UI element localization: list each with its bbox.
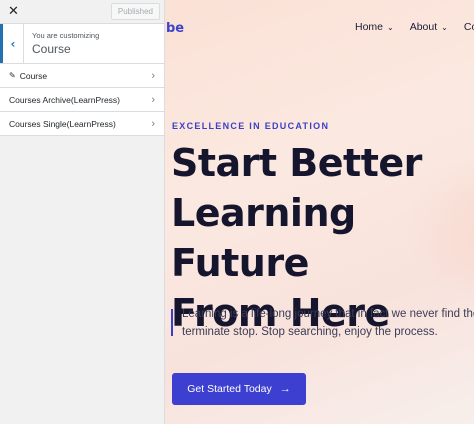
hero-eyebrow: EXCELLENCE IN EDUCATION [172,121,330,131]
menu-item-courses-archive[interactable]: Courses Archive(LearnPress) › [0,88,164,112]
description-line: terminate stop. Stop searching, enjoy th… [182,326,438,338]
description-accent-bar [171,309,173,336]
nav-item-label: Cours [463,21,474,33]
nav-item-about[interactable]: About ⌄ [410,21,448,33]
site-preview: be Home ⌄ About ⌄ Cours EXCELLENCE IN ED… [165,0,474,424]
customizing-info: You are customizing Course [24,24,99,63]
chevron-down-icon: ⌄ [387,22,394,32]
customizing-title: Course [32,42,71,56]
arrow-right-icon: → [279,383,291,395]
hero-description: Learning is a life-long journey that in … [182,305,474,341]
headline-line: Learning Future [171,191,356,285]
customizing-caption: You are customizing [32,31,100,40]
customizing-panel-header: ‹ You are customizing Course [0,24,164,64]
headline-line: Start Better [171,141,422,185]
nav-item-home[interactable]: Home ⌄ [355,21,394,33]
chevron-right-icon: › [151,69,155,82]
menu-item-left: ✎ Course [9,71,47,81]
menu-item-label: Course [19,70,48,81]
menu-item-course[interactable]: ✎ Course › [0,64,164,88]
published-button[interactable]: Published [110,3,160,20]
site-logo[interactable]: be [166,21,184,36]
customizer-menu: ✎ Course › Courses Archive(LearnPress) ›… [0,64,164,136]
main-nav: Home ⌄ About ⌄ Cours [355,21,474,33]
chevron-right-icon: › [151,117,155,130]
chevron-left-icon: ‹ [10,36,16,51]
nav-item-courses[interactable]: Cours [464,21,474,33]
get-started-button[interactable]: Get Started Today → [172,373,306,405]
menu-item-courses-single[interactable]: Courses Single(LearnPress) › [0,112,164,136]
back-button[interactable]: ‹ [0,24,24,63]
menu-item-label: Courses Single(LearnPress) [9,118,116,129]
close-icon[interactable]: ✕ [8,4,19,19]
menu-item-label: Courses Archive(LearnPress) [9,94,121,105]
customizer-header: ✕ Published [0,0,164,24]
nav-item-label: About [409,21,438,33]
customizer-sidebar: ✕ Published ‹ You are customizing Course… [0,0,165,424]
chevron-right-icon: › [151,93,155,106]
description-line: Learning is a life-long journey that in … [182,308,474,320]
nav-item-label: Home [355,21,384,33]
cta-label: Get Started Today [187,383,272,395]
chevron-down-icon: ⌄ [441,22,448,32]
pencil-icon: ✎ [9,71,16,80]
